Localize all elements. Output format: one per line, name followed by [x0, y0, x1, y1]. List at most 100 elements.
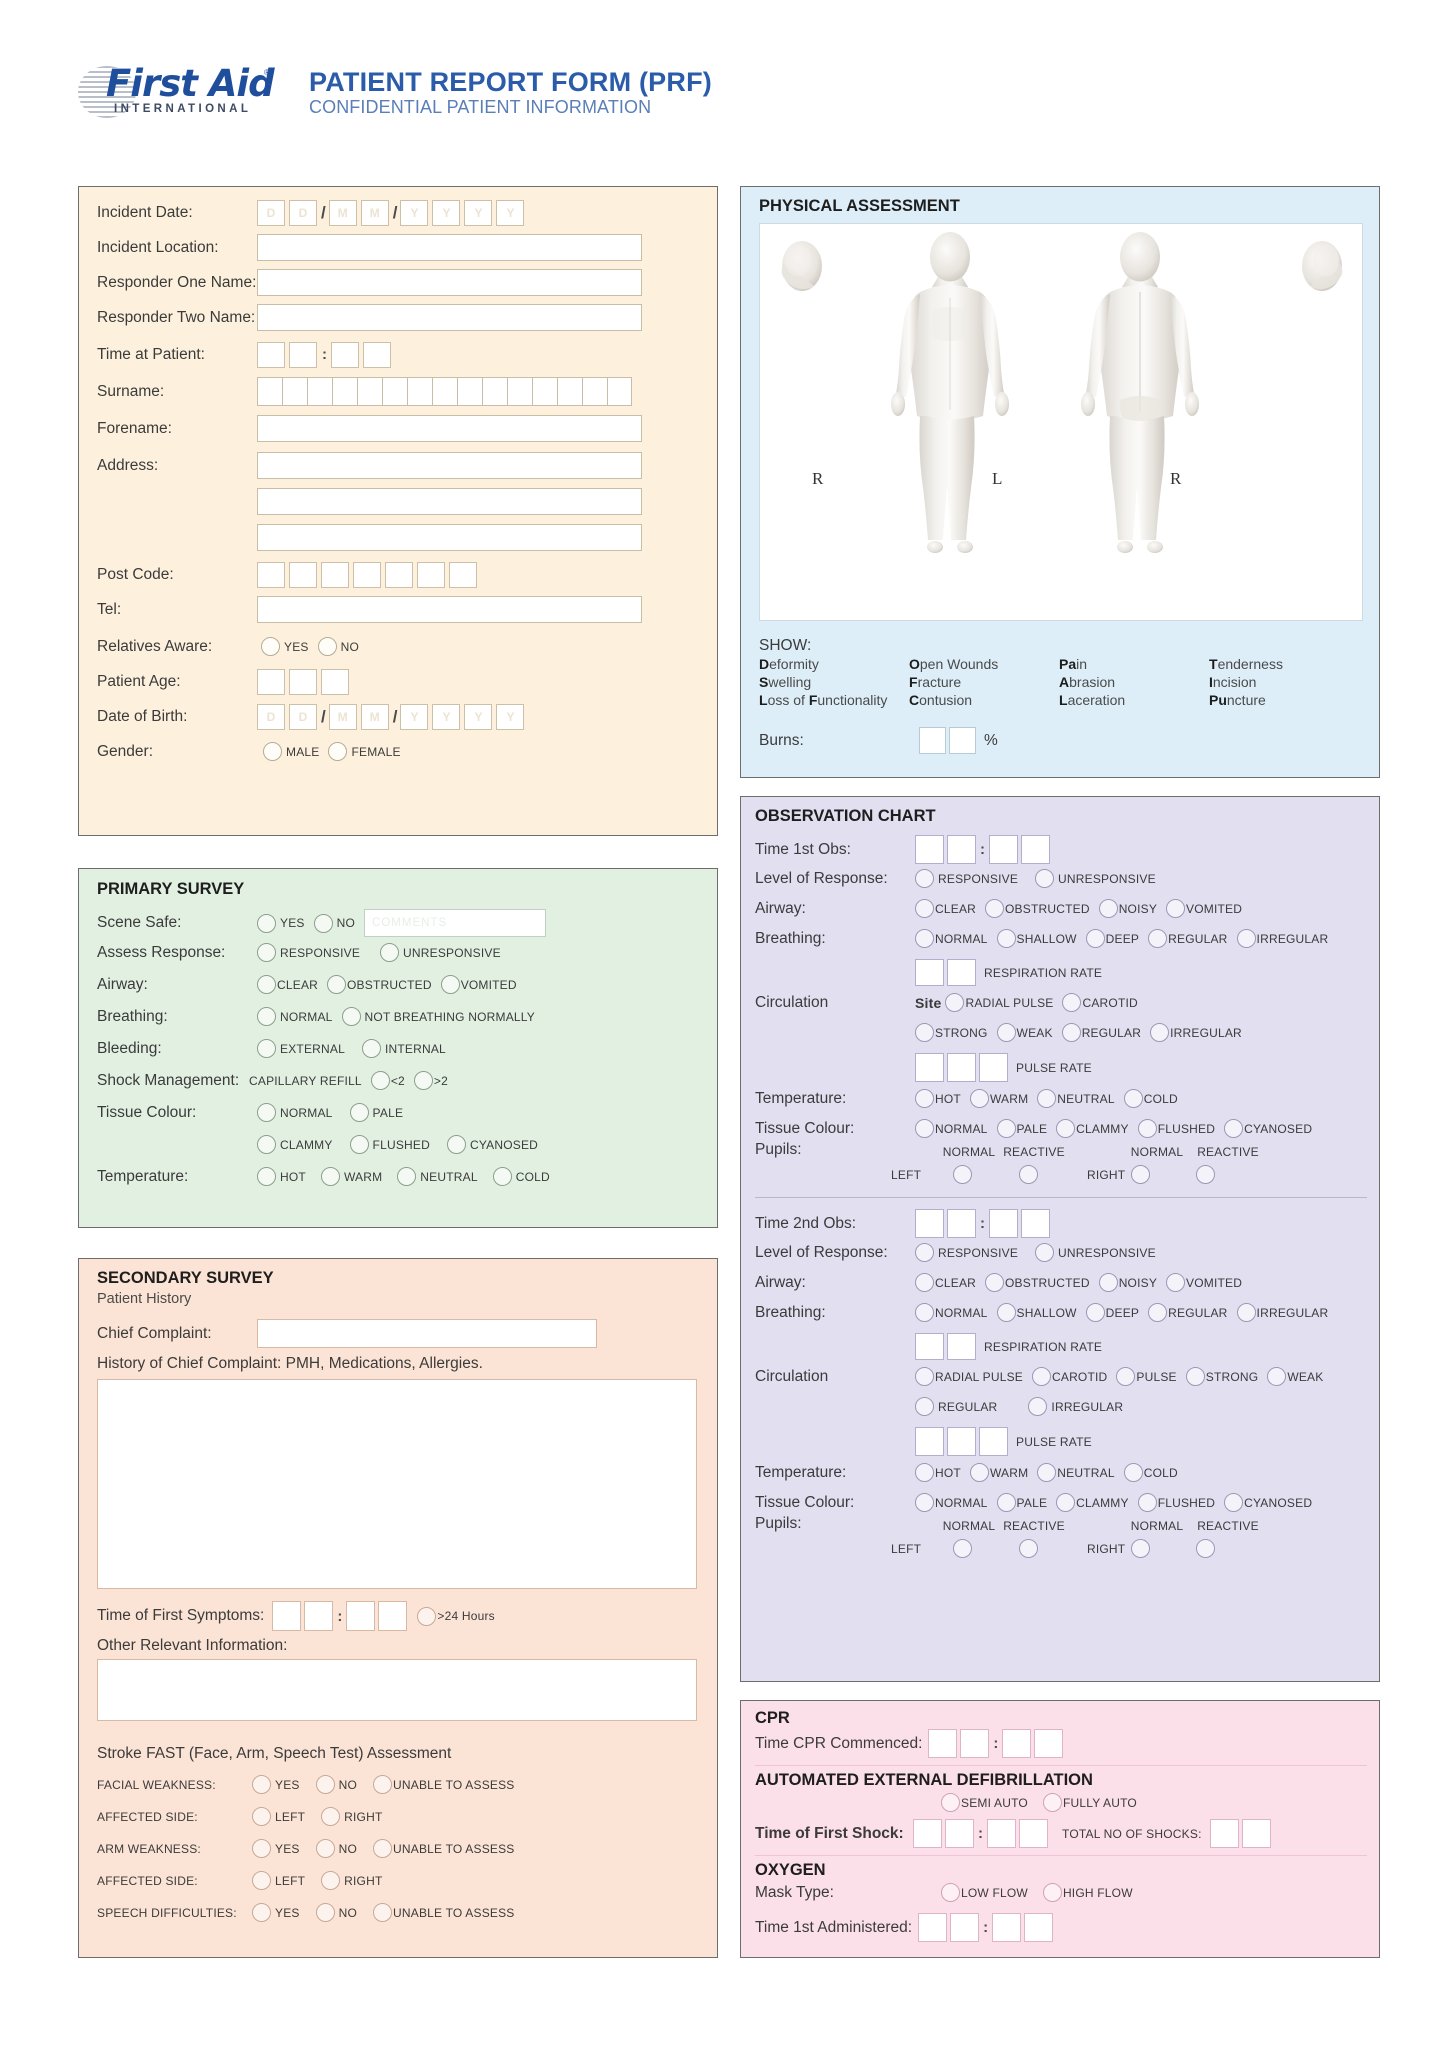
obs1-unresponsive-option[interactable]: UNRESPONSIVE [1035, 869, 1156, 888]
aed-fully-auto-option[interactable]: FULLY AUTO [1042, 1793, 1137, 1812]
time-box-h1[interactable] [257, 341, 285, 368]
cpr-time-h2[interactable] [960, 1729, 990, 1758]
dob-box-y1[interactable]: Y [400, 703, 429, 730]
obs1-airway-noisy-option[interactable]: NOISY [1098, 899, 1157, 918]
obs1-time-h1[interactable] [915, 835, 944, 864]
tissue-pale-option[interactable]: PALE [349, 1103, 404, 1122]
administered-time-boxes[interactable]: : [918, 1913, 1054, 1942]
surname-box[interactable] [582, 377, 607, 406]
radio-icon[interactable] [1042, 1793, 1062, 1812]
obs2-irregular-option[interactable]: IRREGULAR [1028, 1397, 1123, 1416]
obs2-strong-option[interactable]: STRONG [1185, 1367, 1259, 1386]
aed-semi-auto-option[interactable]: SEMI AUTO [941, 1793, 1028, 1812]
responder-two-input[interactable] [257, 304, 642, 331]
gender-male-option[interactable]: MALE [263, 742, 319, 761]
capillary-lt2-option[interactable]: <2 [370, 1071, 405, 1090]
radio-icon[interactable] [1062, 993, 1082, 1012]
obs2-carotid-option[interactable]: CAROTID [1032, 1367, 1107, 1386]
obs1-breathing-deep-option[interactable]: DEEP [1085, 929, 1139, 948]
radio-icon[interactable] [315, 1839, 335, 1858]
affected-side-face-left-option[interactable]: LEFT [252, 1807, 305, 1826]
radio-icon[interactable] [1185, 1367, 1205, 1386]
tissue-flushed-option[interactable]: FLUSHED [349, 1135, 430, 1154]
scene-safe-yes-option[interactable]: YES [257, 913, 305, 933]
radio-icon[interactable] [1032, 1367, 1051, 1386]
radio-icon[interactable] [1037, 1089, 1057, 1108]
obs1-time-m2[interactable] [1021, 835, 1050, 864]
incident-date-boxes[interactable]: D D / M M / Y Y Y Y [257, 199, 528, 226]
obs2-temp-cold-option[interactable]: COLD [1123, 1463, 1178, 1482]
shock-time-h1[interactable] [913, 1819, 942, 1848]
radio-icon[interactable] [321, 1807, 341, 1826]
time-2nd-obs-boxes[interactable]: : [915, 1209, 1050, 1238]
radio-icon[interactable] [996, 929, 1016, 948]
radio-icon[interactable] [1085, 929, 1105, 948]
surname-box[interactable] [407, 377, 432, 406]
obs2-airway-obstructed-option[interactable]: OBSTRUCTED [985, 1273, 1090, 1292]
symptom-time-box-m2[interactable] [378, 1601, 408, 1631]
other-relevant-info-textarea[interactable] [97, 1659, 697, 1721]
radio-icon[interactable] [915, 929, 934, 948]
time-box-m1[interactable] [331, 341, 359, 368]
radio-icon[interactable] [1028, 1397, 1048, 1416]
obs2-time-m2[interactable] [1021, 1209, 1050, 1238]
radio-icon[interactable] [257, 975, 276, 994]
dob-box-y2[interactable]: Y [432, 703, 461, 730]
radio-icon[interactable] [915, 1493, 934, 1512]
obs2-airway-vomited-option[interactable]: VOMITED [1166, 1273, 1242, 1292]
radio-icon[interactable] [945, 993, 965, 1012]
obs1-airway-clear-option[interactable]: CLEAR [915, 899, 976, 918]
radio-icon[interactable] [1056, 1493, 1076, 1512]
radio-icon[interactable] [321, 1871, 341, 1890]
tissue-cyanosed-option[interactable]: CYANOSED [446, 1135, 538, 1154]
speech-difficulties-no-option[interactable]: NO [315, 1903, 357, 1922]
obs2-pupil-left-normal-radio[interactable] [953, 1539, 972, 1558]
relatives-no-option[interactable]: NO [317, 637, 359, 656]
radio-icon[interactable] [1148, 929, 1168, 948]
obs1-carotid-option[interactable]: CAROTID [1062, 993, 1138, 1012]
obs2-tissue-clammy-option[interactable]: CLAMMY [1056, 1493, 1129, 1512]
dob-box-d2[interactable]: D [289, 703, 317, 730]
shock-time-h2[interactable] [945, 1819, 974, 1848]
radio-icon[interactable] [1224, 1493, 1244, 1512]
radio-icon[interactable] [252, 1839, 271, 1858]
history-of-complaint-textarea[interactable] [97, 1379, 697, 1589]
radio-icon[interactable] [969, 1089, 989, 1108]
obs1-tissue-pale-option[interactable]: PALE [996, 1119, 1048, 1138]
surname-box[interactable] [332, 377, 357, 406]
postcode-box[interactable] [417, 561, 445, 588]
obs1-tissue-clammy-option[interactable]: CLAMMY [1056, 1119, 1129, 1138]
radio-icon[interactable] [1056, 1119, 1076, 1138]
obs2-resp-box-2[interactable] [947, 1333, 976, 1360]
responder-one-input[interactable] [257, 269, 642, 296]
relatives-yes-option[interactable]: YES [261, 637, 309, 656]
radio-icon[interactable] [317, 637, 337, 656]
date-box-y1[interactable]: Y [400, 199, 429, 226]
obs2-time-h1[interactable] [915, 1209, 944, 1238]
surname-box[interactable] [457, 377, 482, 406]
radio-icon[interactable] [257, 913, 276, 933]
symptom-time-box-h1[interactable] [272, 1601, 302, 1631]
radio-icon[interactable] [373, 1903, 393, 1922]
surname-boxes[interactable] [257, 377, 632, 406]
radio-icon[interactable] [996, 1023, 1016, 1042]
surname-box[interactable] [482, 377, 507, 406]
age-box[interactable] [257, 668, 285, 695]
surname-box[interactable] [357, 377, 382, 406]
obs2-weak-option[interactable]: WEAK [1267, 1367, 1323, 1386]
surname-box[interactable] [282, 377, 307, 406]
obs2-temp-warm-option[interactable]: WARM [969, 1463, 1028, 1482]
over-24-hours-option[interactable]: >24 Hours [417, 1606, 495, 1626]
radio-icon[interactable] [1137, 1119, 1157, 1138]
surname-box[interactable] [307, 377, 332, 406]
obs2-pulse-box-3[interactable] [979, 1427, 1008, 1456]
radio-icon[interactable] [941, 1793, 960, 1812]
surname-box[interactable] [257, 377, 282, 406]
speech-difficulties-yes-option[interactable]: YES [252, 1903, 300, 1922]
admin-time-m2[interactable] [1024, 1913, 1054, 1942]
breathing-normal-option[interactable]: NORMAL [257, 1007, 333, 1026]
surname-box[interactable] [532, 377, 557, 406]
radio-icon[interactable] [1035, 1243, 1055, 1262]
patient-age-boxes[interactable] [257, 668, 353, 695]
radio-icon[interactable] [1150, 1023, 1170, 1042]
